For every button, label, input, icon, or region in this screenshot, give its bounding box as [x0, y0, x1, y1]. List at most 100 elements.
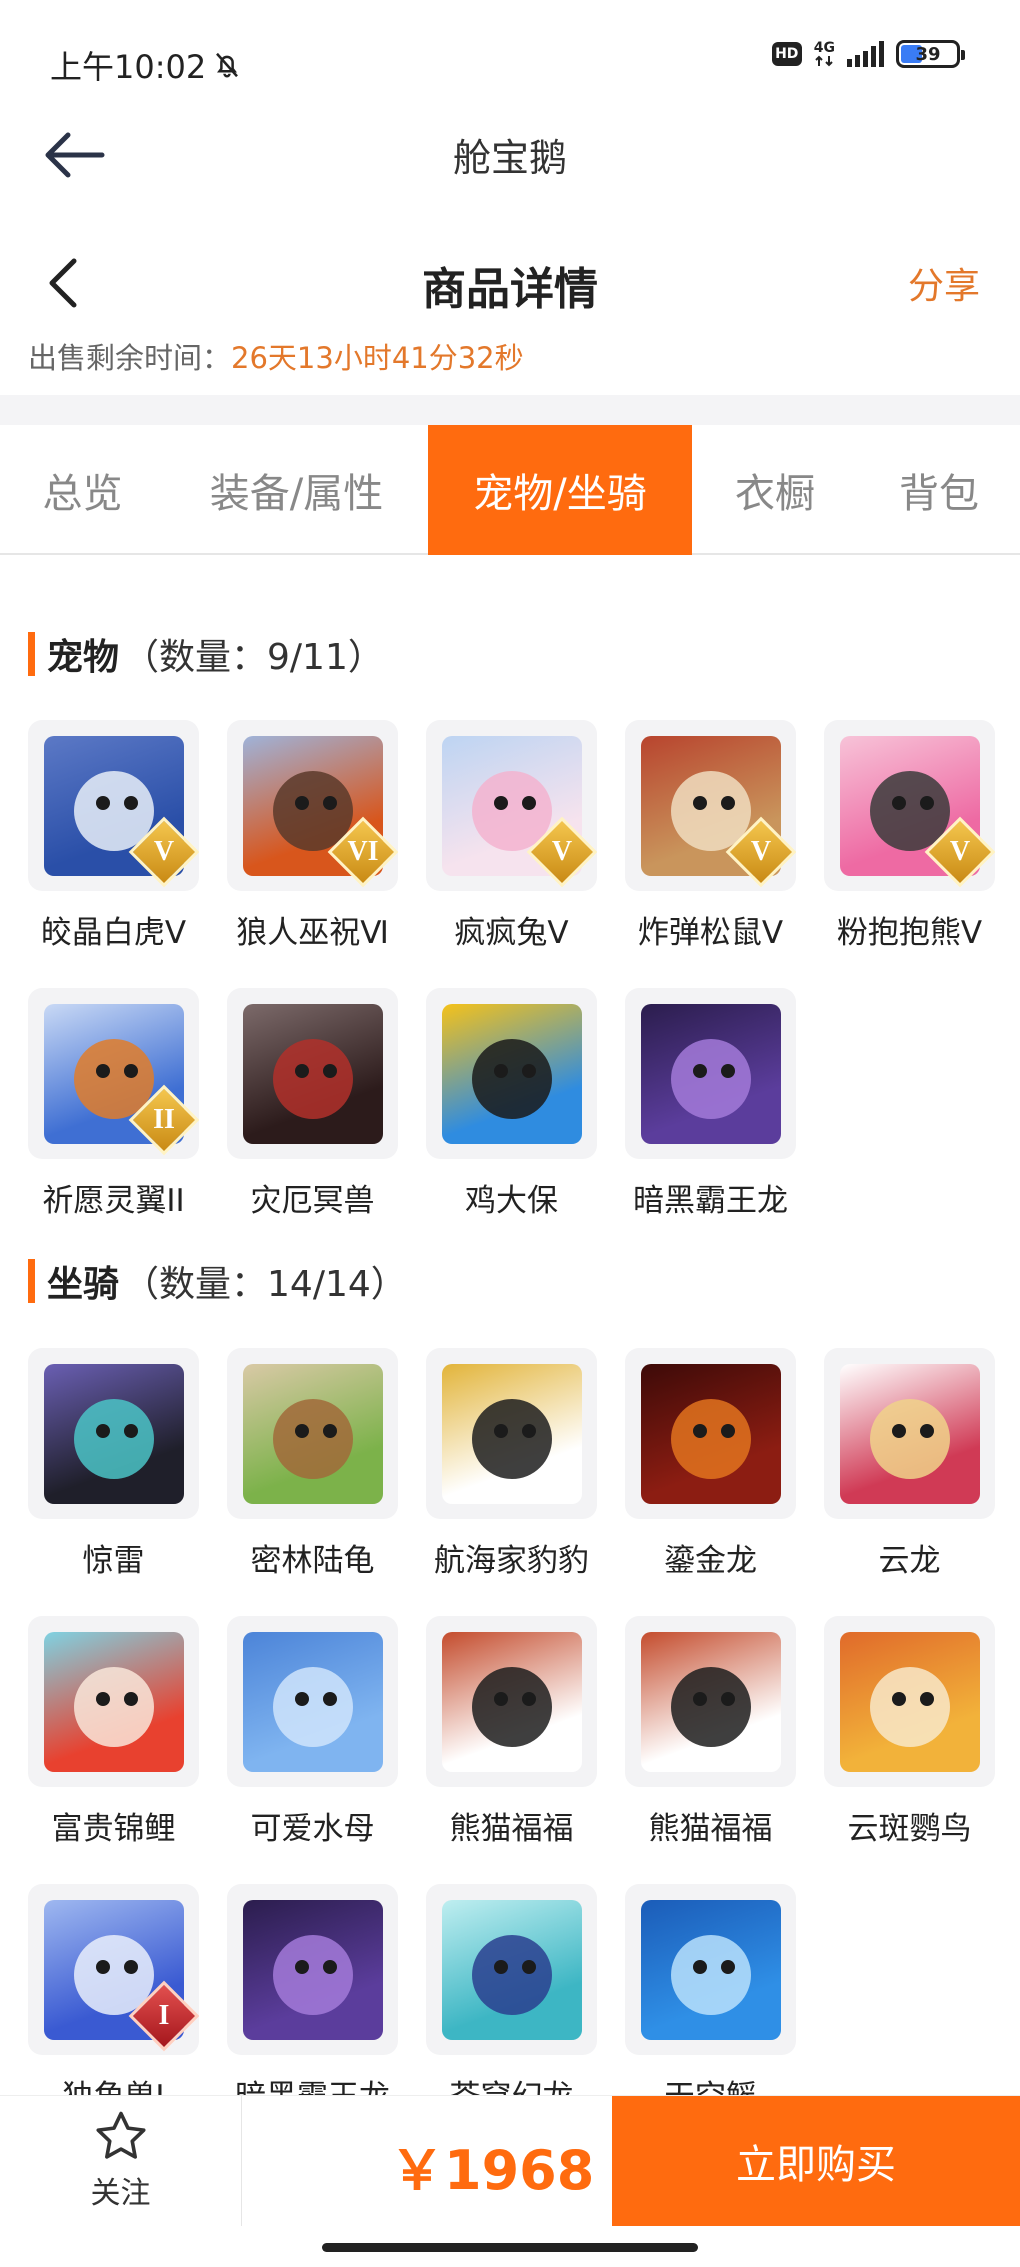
- mount-thumbnail[interactable]: [28, 1348, 199, 1519]
- pet-thumbnail[interactable]: [426, 988, 597, 1159]
- pet-name: 灾厄冥兽: [250, 1183, 375, 1219]
- mount-card[interactable]: 天空鳐: [625, 1884, 796, 2116]
- pet-thumbnail[interactable]: V: [28, 720, 199, 891]
- pet-card[interactable]: V 炸弹松鼠Ⅴ: [625, 720, 796, 952]
- mount-thumbnail[interactable]: [426, 1616, 597, 1787]
- mounts-count: （数量：14/14）: [123, 1264, 407, 1305]
- pet-thumbnail[interactable]: V: [824, 720, 995, 891]
- mount-image: [640, 1631, 781, 1772]
- pets-grid: V 皎晶白虎Ⅴ VI 狼人巫祝Ⅵ V 疯疯兔Ⅴ V 炸弹松鼠Ⅴ V 粉抱抱熊Ⅴ II 祈愿灵翼II 灾厄…: [28, 720, 1008, 1220]
- follow-label: 关注: [90, 2176, 151, 2211]
- mount-thumbnail[interactable]: [824, 1348, 995, 1519]
- signal-icon: [847, 41, 884, 67]
- rank-badge-text: VI: [347, 836, 379, 867]
- mount-name: 熊猫福福: [449, 1811, 574, 1847]
- mount-name: 云龙: [878, 1543, 941, 1579]
- tab-wardrobe[interactable]: 衣橱: [692, 425, 858, 555]
- pet-card[interactable]: V 疯疯兔Ⅴ: [426, 720, 597, 952]
- rank-badge-text: II: [153, 1104, 175, 1135]
- mount-thumbnail[interactable]: [28, 1616, 199, 1787]
- rank-badge-text: V: [750, 836, 772, 867]
- mount-thumbnail[interactable]: [426, 1348, 597, 1519]
- mount-card[interactable]: 苍穹幻龙: [426, 1884, 597, 2116]
- tab-overview[interactable]: 总览: [0, 425, 165, 555]
- follow-button[interactable]: 关注: [0, 2096, 242, 2226]
- bell-off-icon: [216, 52, 239, 78]
- page-title: 商品详情: [422, 264, 598, 315]
- pet-name: 皎晶白虎Ⅴ: [40, 915, 187, 951]
- tab-backpack[interactable]: 背包: [858, 425, 1020, 555]
- tab-pets-mounts[interactable]: 宠物/坐骑: [428, 425, 692, 555]
- mount-thumbnail[interactable]: [426, 1884, 597, 2055]
- mount-card[interactable]: 熊猫福福: [426, 1616, 597, 1848]
- star-outline-icon: [95, 2111, 146, 2159]
- pet-card[interactable]: 鸡大保: [426, 988, 597, 1220]
- mount-card[interactable]: 富贵锦鲤: [28, 1616, 199, 1848]
- mount-card[interactable]: 惊雷: [28, 1348, 199, 1580]
- mount-thumbnail[interactable]: I: [28, 1884, 199, 2055]
- battery-icon: 39: [896, 40, 965, 68]
- mount-card[interactable]: 可爱水母: [227, 1616, 398, 1848]
- price: ￥1968: [390, 2139, 595, 2202]
- pet-card[interactable]: 灾厄冥兽: [227, 988, 398, 1220]
- pet-thumbnail[interactable]: II: [28, 988, 199, 1159]
- data-arrows-icon: [815, 55, 834, 67]
- pet-image: [242, 1003, 383, 1144]
- page-header: 商品详情 分享: [0, 235, 1020, 330]
- mount-image: [242, 1631, 383, 1772]
- pet-card[interactable]: 暗黑霸王龙: [625, 988, 796, 1220]
- mounts-grid: 惊雷 密林陆龟 航海家豹豹 鎏金龙 云龙富贵锦鲤 可爱水母 熊猫福福 熊猫福福 云斑鹦鸟 I独角兽…: [28, 1348, 1008, 2116]
- mount-card[interactable]: 鎏金龙: [625, 1348, 796, 1580]
- mount-name: 熊猫福福: [648, 1811, 773, 1847]
- mount-card[interactable]: 云龙: [824, 1348, 995, 1580]
- share-button[interactable]: 分享: [908, 257, 980, 309]
- mount-card[interactable]: 云斑鹦鸟: [824, 1616, 995, 1848]
- mount-image: [441, 1363, 582, 1504]
- mount-card[interactable]: 密林陆龟: [227, 1348, 398, 1580]
- pet-name: 粉抱抱熊Ⅴ: [836, 915, 983, 951]
- sale-countdown: 出售剩余时间：26天13小时41分32秒: [28, 335, 524, 377]
- pet-thumbnail[interactable]: [227, 988, 398, 1159]
- mount-thumbnail[interactable]: [625, 1348, 796, 1519]
- pet-thumbnail[interactable]: V: [426, 720, 597, 891]
- pet-thumbnail[interactable]: V: [625, 720, 796, 891]
- pets-count: （数量：9/11）: [123, 637, 384, 678]
- pet-card[interactable]: II 祈愿灵翼II: [28, 988, 199, 1220]
- buy-now-button[interactable]: 立即购买: [612, 2096, 1020, 2226]
- pet-card[interactable]: V 粉抱抱熊Ⅴ: [824, 720, 995, 952]
- mount-thumbnail[interactable]: [625, 1884, 796, 2055]
- app-header: 舱宝鹅: [0, 105, 1020, 205]
- rank-badge-text: V: [949, 836, 971, 867]
- countdown-value: 26天13小时41分32秒: [231, 341, 524, 375]
- mounts-title: 坐骑: [47, 1264, 120, 1305]
- mount-thumbnail[interactable]: [824, 1616, 995, 1787]
- mount-name: 富贵锦鲤: [51, 1811, 176, 1847]
- pet-thumbnail[interactable]: VI: [227, 720, 398, 891]
- bottom-bar: 关注 ￥1968 立即购买: [0, 2095, 1020, 2267]
- mounts-section-title: 坐骑 （数量：14/14）: [28, 1255, 407, 1307]
- network-indicator: 4G: [814, 41, 835, 67]
- mount-image: [441, 1631, 582, 1772]
- mount-image: [43, 1631, 184, 1772]
- mount-image: [640, 1363, 781, 1504]
- mount-card[interactable]: 熊猫福福: [625, 1616, 796, 1848]
- pets-section-title: 宠物 （数量：9/11）: [28, 628, 384, 680]
- detail-tabs: 总览 装备/属性 宠物/坐骑 衣橱 背包: [0, 425, 1020, 555]
- pet-name: 祈愿灵翼II: [42, 1183, 185, 1219]
- mount-card[interactable]: I独角兽I: [28, 1884, 199, 2116]
- mount-name: 鎏金龙: [664, 1543, 757, 1579]
- mount-thumbnail[interactable]: [227, 1616, 398, 1787]
- mount-thumbnail[interactable]: [227, 1884, 398, 2055]
- mount-thumbnail[interactable]: [625, 1616, 796, 1787]
- rank-badge-text: V: [153, 836, 175, 867]
- tab-equipment[interactable]: 装备/属性: [165, 425, 428, 555]
- mount-card[interactable]: 航海家豹豹: [426, 1348, 597, 1580]
- mount-card[interactable]: 暗黑霸王龙: [227, 1884, 398, 2116]
- pet-name: 暗黑霸王龙: [633, 1183, 788, 1219]
- pet-card[interactable]: V 皎晶白虎Ⅴ: [28, 720, 199, 952]
- mount-thumbnail[interactable]: [227, 1348, 398, 1519]
- pet-thumbnail[interactable]: [625, 988, 796, 1159]
- hd-badge: HD: [771, 42, 802, 66]
- pet-name: 疯疯兔Ⅴ: [454, 915, 569, 951]
- pet-card[interactable]: VI 狼人巫祝Ⅵ: [227, 720, 398, 952]
